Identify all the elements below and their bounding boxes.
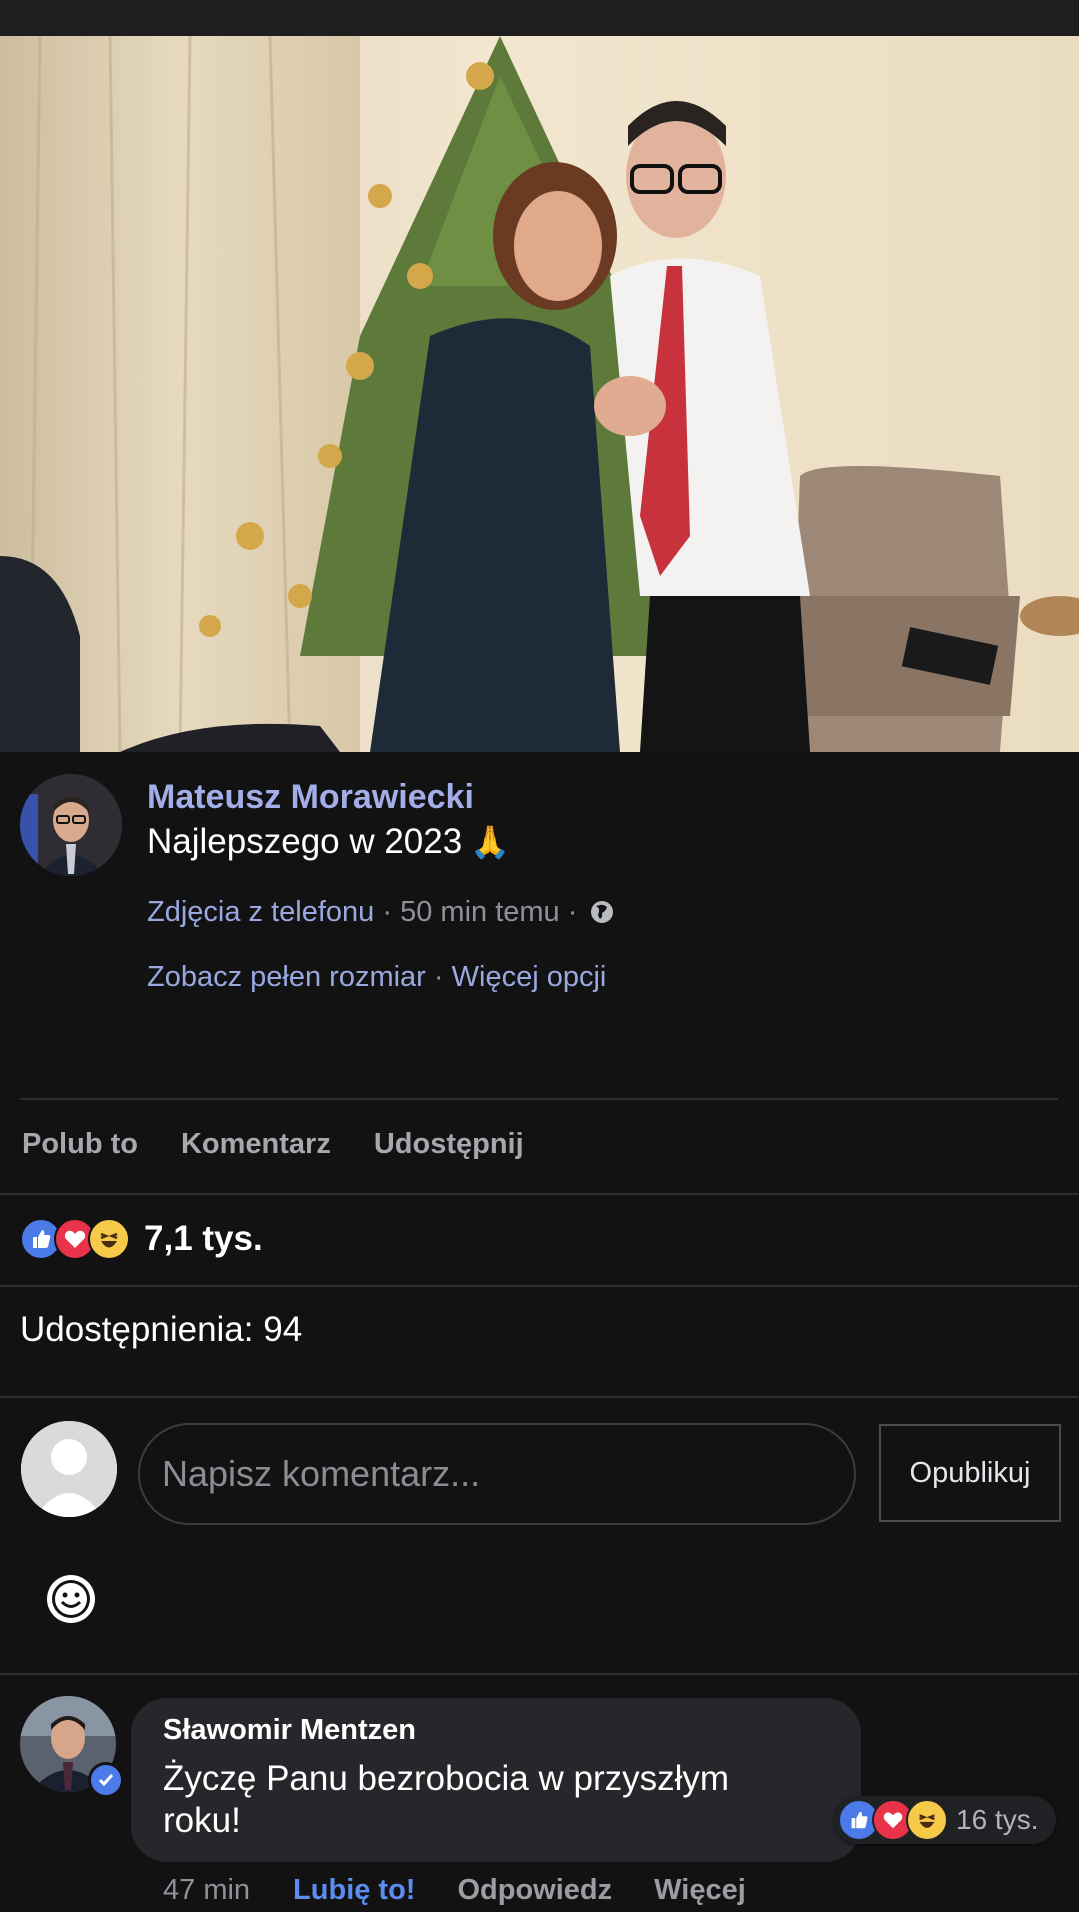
divider [0,1673,1079,1675]
haha-icon [88,1218,130,1260]
post-photo[interactable] [0,36,1079,752]
divider [0,1193,1079,1195]
album-link[interactable]: Zdjęcia z telefonu [147,896,374,928]
divider [20,1098,1058,1100]
verified-badge-icon [88,1762,124,1798]
shares-count[interactable]: Udostępnienia: 94 [20,1310,302,1350]
comment-text: Życzę Panu bezrobocia w przyszłym roku! [163,1759,730,1840]
commenter-name[interactable]: Sławomir Mentzen [163,1714,416,1747]
comment-reaction-count: 16 tys. [956,1804,1039,1835]
post-options-line: Zobacz pełen rozmiar · Więcej opcji [147,961,606,994]
post-meta: Zdjęcia z telefonu · 50 min temu · [147,896,615,933]
comment-more-button[interactable]: Więcej [654,1874,746,1907]
publish-button[interactable]: Opublikuj [879,1424,1061,1522]
comment-time[interactable]: 47 min [163,1874,250,1907]
comment-reply-button[interactable]: Odpowiedz [457,1874,612,1907]
separator: · [433,961,452,993]
comment-input[interactable] [138,1423,856,1525]
emoji-picker-icon[interactable] [45,1573,97,1625]
comment-button[interactable]: Komentarz [181,1128,331,1161]
current-user-avatar [21,1421,117,1517]
haha-icon [906,1799,948,1841]
post-actions: Polub to Komentarz Udostępnij [22,1128,524,1161]
view-full-size-link[interactable]: Zobacz pełen rozmiar [147,961,426,993]
divider [0,1285,1079,1287]
share-button[interactable]: Udostępnij [374,1128,524,1161]
post-author-avatar[interactable] [20,774,122,876]
praying-hands-icon: 🙏 [470,824,511,860]
post-time[interactable]: 50 min temu [400,896,560,928]
post-author-name[interactable]: Mateusz Morawiecki [147,778,474,817]
globe-icon [589,899,615,933]
divider [0,1396,1079,1398]
reaction-count: 7,1 tys. [144,1219,263,1258]
like-button[interactable]: Polub to [22,1128,138,1161]
comment-reactions[interactable]: 16 tys. [834,1796,1056,1844]
more-options-link[interactable]: Więcej opcji [452,961,607,993]
comment-actions: 47 min Lubię to! Odpowiedz Więcej [163,1874,746,1907]
post-text-body: Najlepszego w 2023 [147,822,463,861]
separator: · [382,896,401,928]
reactions-summary[interactable]: 7,1 tys. [20,1218,263,1260]
comment-like-button[interactable]: Lubię to! [293,1874,415,1907]
separator: · [567,896,586,928]
post-text: Najlepszego w 2023 🙏 [147,822,510,862]
top-status-bar [0,0,1079,36]
